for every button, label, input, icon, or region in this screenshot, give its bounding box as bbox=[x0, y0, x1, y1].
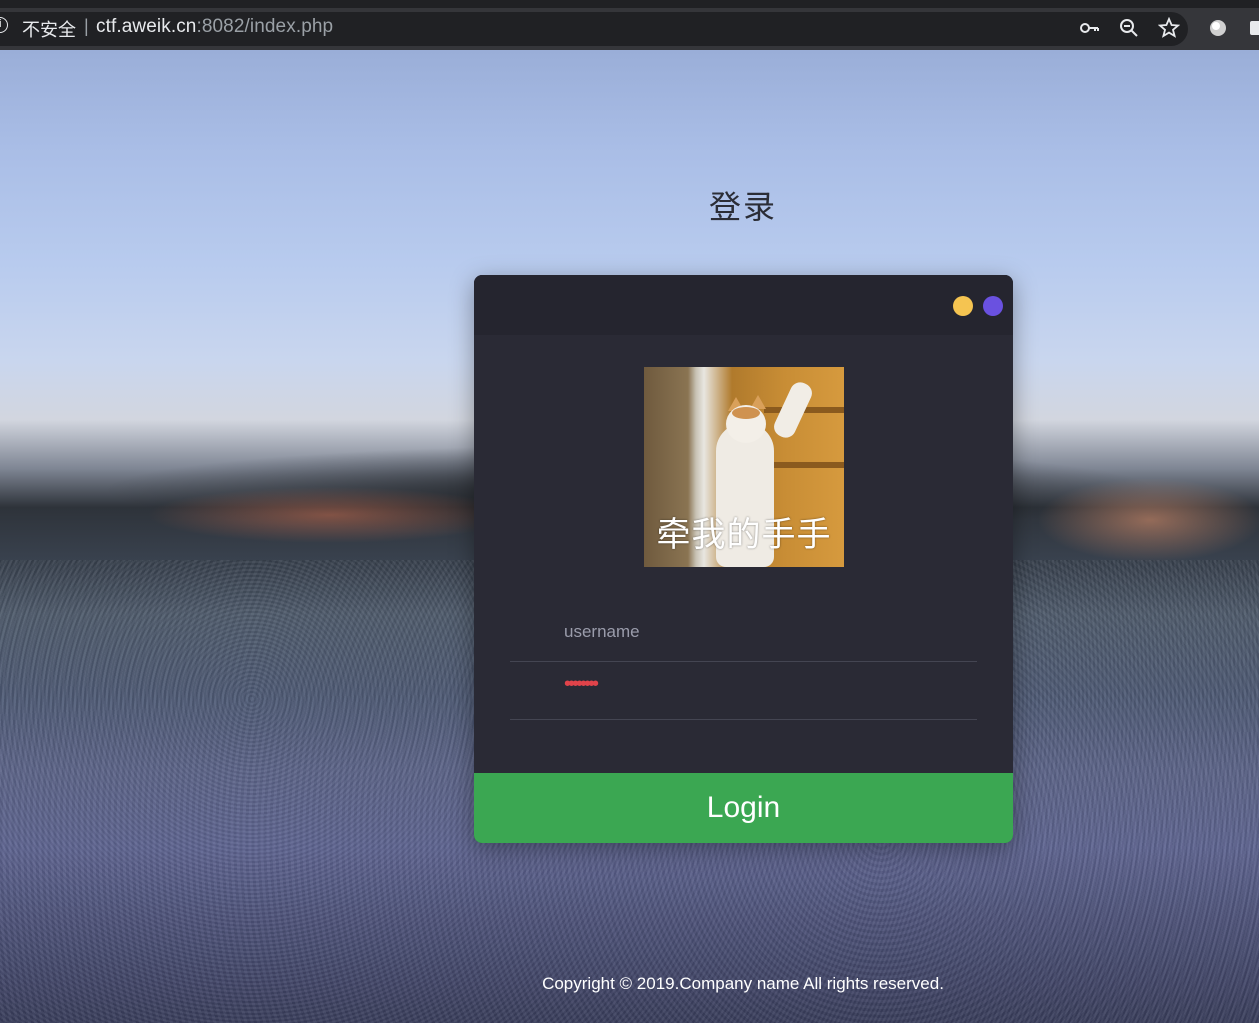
password-input[interactable]: •••••••• bbox=[510, 663, 977, 720]
url-separator: | bbox=[84, 16, 89, 36]
url-text[interactable]: ctf.aweik.cn:8082/index.php bbox=[96, 16, 333, 38]
username-placeholder: username bbox=[564, 622, 640, 641]
extension-icon[interactable] bbox=[1207, 17, 1229, 39]
url-path: :8082/index.php bbox=[196, 16, 334, 37]
page-title: 登录 bbox=[708, 189, 777, 225]
purple-dot bbox=[983, 296, 1003, 316]
password-masked-value: •••••••• bbox=[564, 673, 599, 695]
login-card: 牵我的手手 username •••••••• Login bbox=[474, 275, 1013, 843]
username-input[interactable]: username bbox=[510, 605, 977, 662]
extension-icon-2[interactable] bbox=[1246, 17, 1259, 39]
url-host: ctf.aweik.cn bbox=[96, 16, 197, 37]
yellow-dot bbox=[953, 296, 973, 316]
copyright-footer: Copyright © 2019.Company name All rights… bbox=[542, 974, 944, 993]
zoom-out-icon[interactable] bbox=[1118, 17, 1140, 39]
security-label[interactable]: 不安全 bbox=[22, 16, 76, 42]
login-button[interactable]: Login bbox=[474, 773, 1013, 843]
card-header bbox=[474, 275, 1013, 335]
browser-toolbar: i 不安全 | ctf.aweik.cn:8082/index.php bbox=[0, 8, 1259, 50]
avatar-caption: 牵我的手手 bbox=[656, 516, 832, 554]
avatar-cat-image: 牵我的手手 bbox=[644, 367, 844, 567]
key-icon[interactable] bbox=[1078, 17, 1100, 39]
browser-tab-strip bbox=[0, 0, 1259, 8]
bookmark-star-icon[interactable] bbox=[1158, 17, 1180, 39]
